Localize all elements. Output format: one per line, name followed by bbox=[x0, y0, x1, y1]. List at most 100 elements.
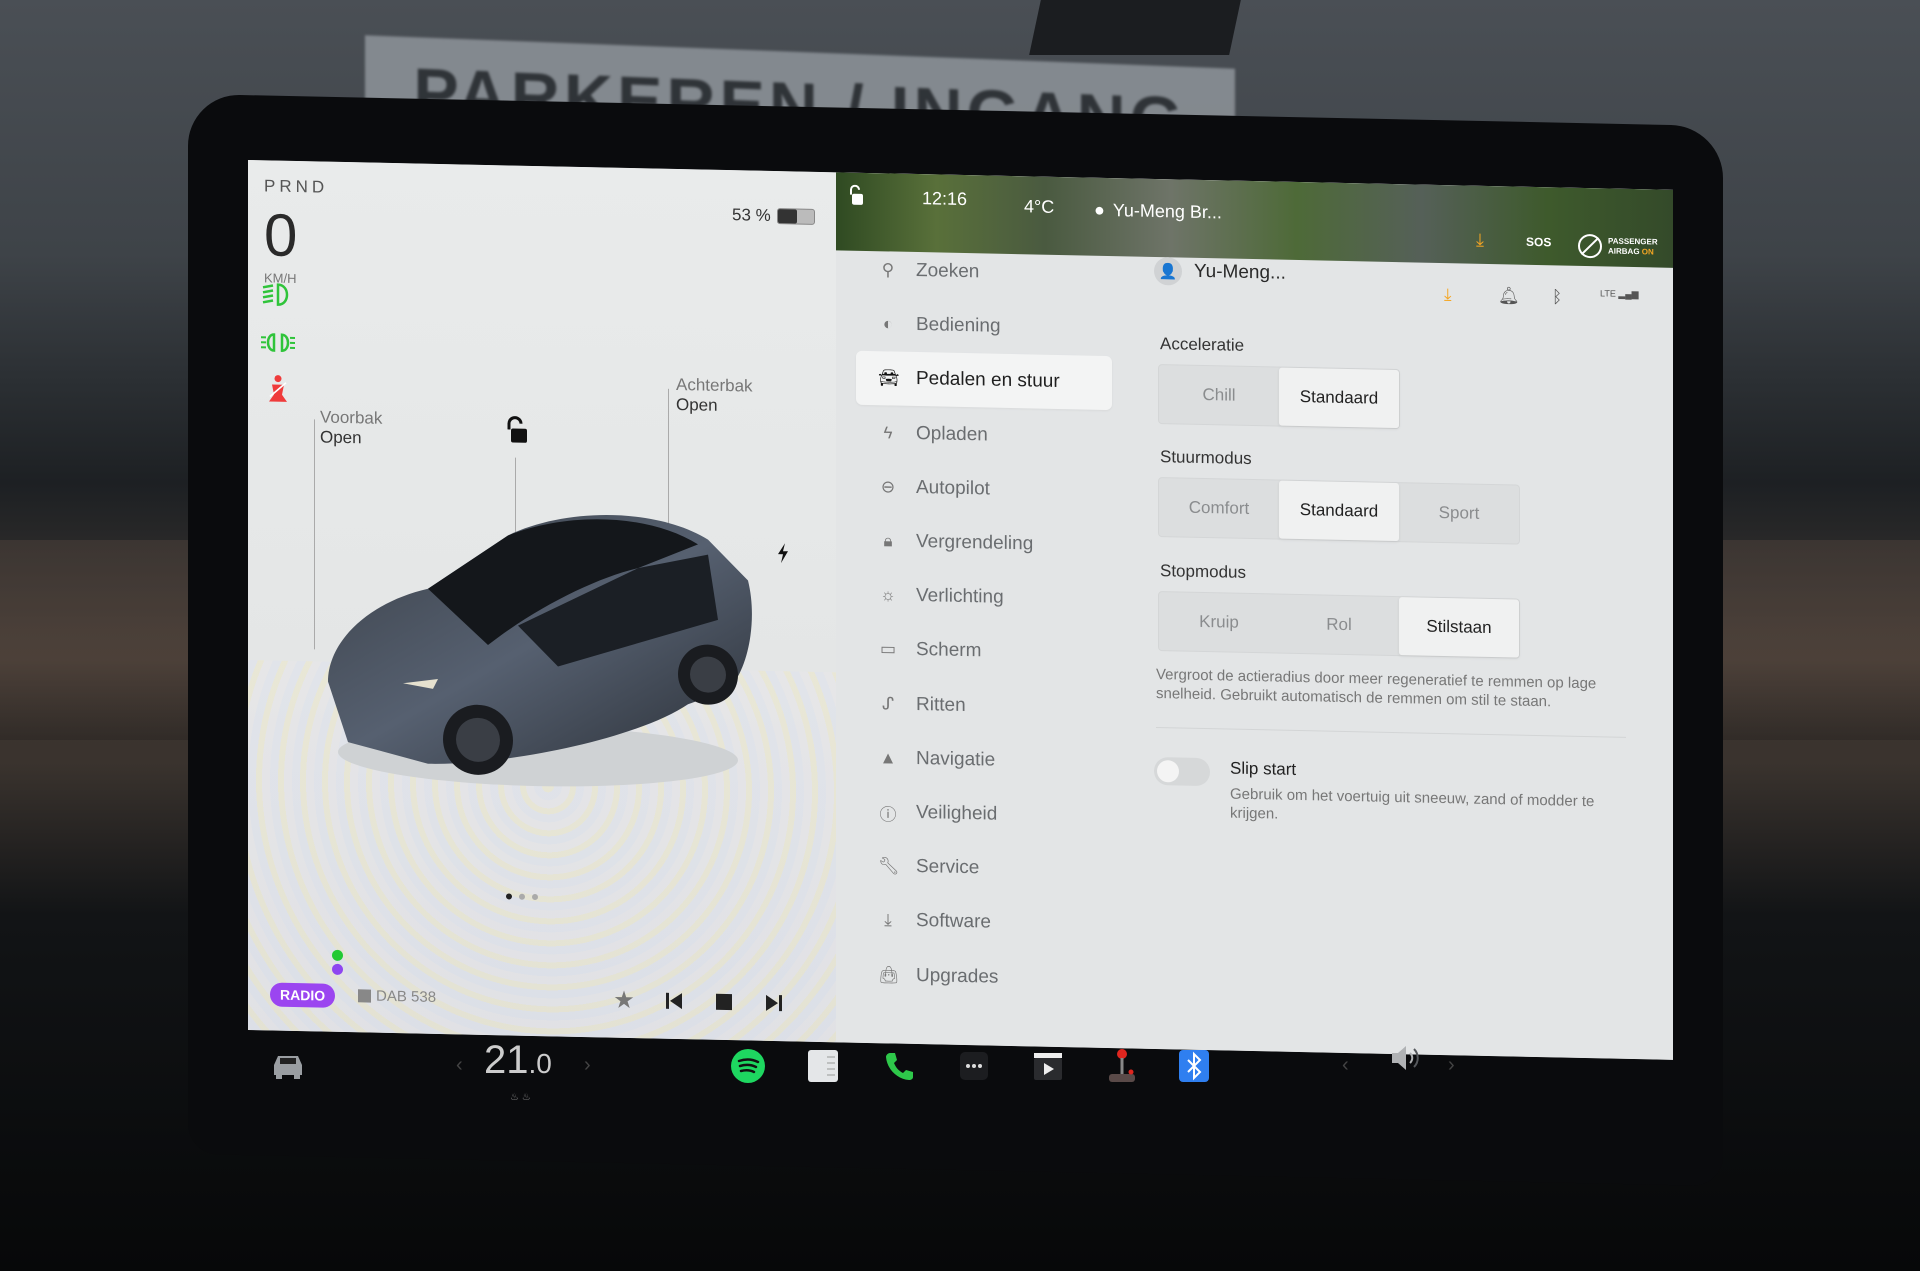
driver-name: Yu-Meng Br... bbox=[1112, 200, 1222, 223]
menu-item-label: Opladen bbox=[916, 422, 988, 446]
arcade-app[interactable] bbox=[1102, 1046, 1142, 1086]
profile-name: Yu-Meng... bbox=[1194, 260, 1286, 284]
stopmodus-option-kruip[interactable]: Kruip bbox=[1159, 592, 1279, 653]
clock: 12:16 bbox=[922, 188, 968, 210]
software-update-icon[interactable]: ⤓ bbox=[1476, 230, 1484, 251]
vehicle-render bbox=[328, 515, 752, 787]
stop-icon bbox=[716, 993, 732, 1011]
calendar-app[interactable] bbox=[803, 1046, 843, 1086]
stopmodus-option-stilstaan[interactable]: Stilstaan bbox=[1399, 597, 1519, 658]
page-dot[interactable] bbox=[519, 893, 525, 900]
search-icon: ⚲ bbox=[881, 260, 895, 280]
trunk-status[interactable]: Achterbak Open bbox=[676, 375, 753, 417]
volume-decrease-button[interactable]: ‹ bbox=[1342, 1054, 1349, 1077]
stuurmodus-option-standaard[interactable]: Standaard bbox=[1279, 480, 1399, 542]
phone-app[interactable] bbox=[880, 1046, 920, 1086]
battery-icon bbox=[776, 208, 815, 225]
download-icon[interactable]: ⤓ bbox=[1444, 285, 1452, 305]
next-track-icon bbox=[766, 994, 782, 1012]
menu-item-bediening[interactable]: ◐ Bediening bbox=[856, 297, 1112, 356]
status-dot-green bbox=[332, 949, 343, 961]
wrench-icon: 🔧︎ bbox=[878, 856, 900, 876]
menu-item-label: Autopilot bbox=[916, 476, 990, 500]
stop-button[interactable] bbox=[708, 986, 740, 1019]
car-icon: 🚘︎ bbox=[878, 368, 900, 389]
trips-icon: ᔑ bbox=[881, 693, 895, 714]
bluetooth-app[interactable] bbox=[1174, 1046, 1214, 1086]
phone-icon bbox=[886, 1053, 913, 1080]
menu-item-service[interactable]: 🔧︎ Service bbox=[856, 839, 1112, 898]
menu-item-navigatie[interactable]: ▲ Navigatie bbox=[856, 731, 1112, 790]
page-dot[interactable] bbox=[506, 893, 512, 900]
more-apps-button[interactable] bbox=[954, 1046, 994, 1086]
display-icon: ▭ bbox=[879, 639, 897, 659]
driver-profile-top[interactable]: ● Yu-Meng Br... bbox=[1094, 200, 1222, 224]
profile-selector[interactable]: 👤 Yu-Meng... bbox=[1154, 256, 1286, 288]
temp-increase-button[interactable]: › bbox=[584, 1054, 591, 1077]
menu-item-scherm[interactable]: ▭ Scherm bbox=[856, 622, 1112, 681]
acceleratie-option-standaard[interactable]: Standaard bbox=[1279, 367, 1399, 429]
theater-app[interactable] bbox=[1028, 1046, 1068, 1086]
charge-port-bolt-icon[interactable] bbox=[776, 543, 790, 564]
page-indicator[interactable] bbox=[506, 893, 538, 901]
airbag-label: PASSENGER bbox=[1608, 236, 1658, 247]
more-icon bbox=[960, 1052, 988, 1080]
stop-mode-description: Vergroot de actieradius door meer regene… bbox=[1156, 666, 1597, 711]
menu-item-autopilot[interactable]: ⊖ Autopilot bbox=[856, 460, 1112, 519]
stuurmodus-option-comfort[interactable]: Comfort bbox=[1159, 478, 1279, 539]
parking-lights-icon bbox=[261, 333, 295, 352]
bolt-icon: ϟ bbox=[883, 422, 893, 443]
radio-source-badge[interactable]: RADIO bbox=[270, 982, 336, 1008]
previous-track-icon bbox=[666, 992, 682, 1010]
menu-item-software[interactable]: ⤓ Software bbox=[856, 893, 1112, 952]
seat-heater-icons[interactable]: ♨ ♨ bbox=[510, 1092, 531, 1103]
speed-readout: 0 bbox=[264, 201, 298, 270]
temp-decrease-button[interactable]: ‹ bbox=[456, 1054, 463, 1077]
menu-item-zoeken[interactable]: ⚲ Zoeken bbox=[856, 243, 1112, 302]
menu-item-verlichting[interactable]: ☼ Verlichting bbox=[856, 568, 1112, 627]
sos-button[interactable]: SOS bbox=[1526, 235, 1551, 250]
status-dot-purple bbox=[332, 963, 343, 975]
gear-selector[interactable]: PRND bbox=[264, 176, 328, 197]
frunk-label: Voorbak bbox=[320, 407, 383, 428]
menu-item-vergrendeling[interactable]: 🔒︎ Vergrendeling bbox=[856, 514, 1112, 573]
stuurmodus-option-sport[interactable]: Sport bbox=[1399, 483, 1519, 544]
car-controls-button[interactable] bbox=[268, 1046, 308, 1086]
menu-item-label: Verlichting bbox=[916, 585, 1004, 609]
seatbelt-warning-icon bbox=[269, 375, 287, 402]
menu-item-pedalen-en-stuur[interactable]: 🚘︎ Pedalen en stuur bbox=[856, 351, 1112, 411]
volume-increase-button[interactable]: › bbox=[1448, 1054, 1455, 1077]
menu-item-ritten[interactable]: ᔑ Ritten bbox=[856, 676, 1112, 735]
vehicle-panel: PRND 0 KM/H 53 % Voorbak Open Achterbak bbox=[248, 160, 836, 1043]
previous-track-button[interactable] bbox=[658, 985, 690, 1018]
favorite-star-icon[interactable]: ★ bbox=[608, 984, 640, 1017]
acceleratie-option-chill[interactable]: Chill bbox=[1159, 365, 1279, 426]
spotify-app[interactable] bbox=[728, 1046, 768, 1086]
menu-item-veiligheid[interactable]: ⓘ Veiligheid bbox=[856, 785, 1112, 844]
lte-signal-icon: LTE ▂▄▆ bbox=[1600, 288, 1639, 300]
bluetooth-icon[interactable]: ᛒ bbox=[1552, 287, 1562, 307]
frunk-state: Open bbox=[320, 427, 362, 448]
stop-mode-segmented-control: Kruip Rol Stilstaan bbox=[1158, 591, 1520, 659]
page-dot[interactable] bbox=[532, 893, 538, 901]
slip-start-description: Gebruik om het voertuig uit sneeuw, zand… bbox=[1230, 785, 1595, 823]
calendar-icon bbox=[808, 1050, 838, 1082]
cabin-temperature[interactable]: 21.0 bbox=[484, 1038, 552, 1083]
slip-start-toggle[interactable] bbox=[1154, 756, 1210, 787]
acceleration-label: Acceleratie bbox=[1160, 334, 1245, 355]
menu-item-opladen[interactable]: ϟ Opladen bbox=[856, 405, 1112, 464]
stop-mode-label: Stopmodus bbox=[1160, 561, 1246, 582]
battery-fill bbox=[777, 209, 797, 224]
volume-button[interactable] bbox=[1386, 1038, 1426, 1078]
frunk-status[interactable]: Voorbak Open bbox=[320, 408, 382, 449]
next-track-button[interactable] bbox=[758, 987, 790, 1020]
trunk-state: Open bbox=[676, 394, 718, 415]
unlock-icon[interactable] bbox=[504, 415, 528, 446]
bell-icon[interactable]: 🔔︎ bbox=[1498, 286, 1520, 306]
shopping-bag-icon: 👜︎ bbox=[878, 964, 900, 985]
unlocked-status-icon[interactable] bbox=[848, 184, 864, 207]
stopmodus-option-rol[interactable]: Rol bbox=[1279, 595, 1399, 656]
theater-icon bbox=[1034, 1053, 1062, 1080]
low-beam-headlight-icon bbox=[262, 283, 289, 306]
menu-item-upgrades[interactable]: 👜︎ Upgrades bbox=[856, 947, 1112, 1006]
